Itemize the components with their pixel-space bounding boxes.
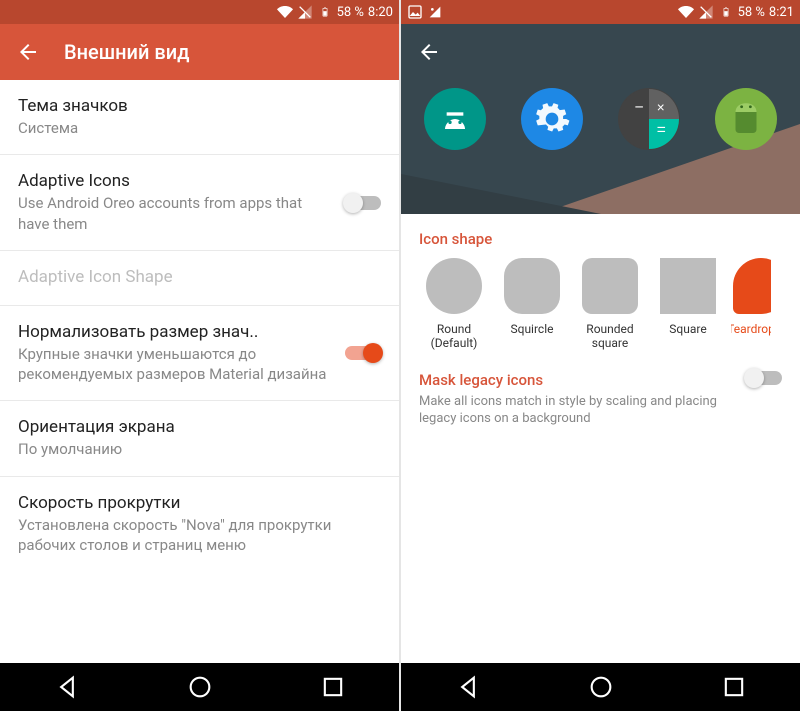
nav-recent-button[interactable]: [720, 673, 748, 701]
setting-title: Ориентация экрана: [18, 417, 381, 437]
action-bar: Внешний вид: [0, 24, 399, 80]
shape-label: Squircle: [511, 322, 554, 336]
nav-home-button[interactable]: [587, 673, 615, 701]
android-studio-icon: [424, 88, 486, 150]
battery-text: 58 %: [337, 5, 364, 20]
shape-label: Square: [669, 322, 706, 336]
settings-list: Тема значков Система Adaptive Icons Use …: [0, 80, 399, 663]
shape-preview-round: [426, 258, 482, 314]
icon-shape-picker: Round (Default) Squircle Rounded square …: [401, 258, 800, 361]
wifi-icon: [277, 4, 293, 20]
nav-bar: [0, 663, 399, 711]
shape-preview-teardrop: [733, 258, 771, 314]
shape-option-teardrop[interactable]: Teardrop: [731, 258, 771, 351]
battery-icon: [718, 4, 734, 20]
setting-orientation[interactable]: Ориентация экрана По умолчанию: [0, 401, 399, 476]
shape-option-round[interactable]: Round (Default): [419, 258, 489, 351]
setting-title: Adaptive Icons: [18, 171, 333, 191]
setting-subtitle: Крупные значки уменьшаются до рекомендуе…: [18, 344, 333, 385]
shape-preview-rounded-square: [582, 258, 638, 314]
nav-back-button[interactable]: [53, 673, 81, 701]
phone-right: 58 % 8:21 −× =: [400, 0, 800, 711]
setting-adaptive-icons[interactable]: Adaptive Icons Use Android Oreo accounts…: [0, 155, 399, 251]
svg-text:−: −: [634, 99, 643, 116]
mask-subtitle: Make all icons match in style by scaling…: [419, 393, 734, 428]
mask-title: Mask legacy icons: [419, 371, 734, 389]
setting-title: Скорость прокрутки: [18, 493, 381, 513]
toggle-mask-legacy[interactable]: [746, 371, 782, 385]
section-title-icon-shape: Icon shape: [401, 214, 800, 258]
setting-title: Тема значков: [18, 96, 381, 116]
nav-recent-button[interactable]: [319, 673, 347, 701]
svg-text:×: ×: [657, 100, 665, 115]
notification-image-icon: [407, 4, 423, 20]
clock-text: 8:21: [769, 5, 794, 20]
calculator-icon: −× =: [618, 88, 680, 150]
phone-left: 58 % 8:20 Внешний вид Тема значков Систе…: [0, 0, 400, 711]
setting-subtitle: По умолчанию: [18, 439, 381, 459]
setting-title: Нормализовать размер знач..: [18, 322, 333, 342]
nav-back-button[interactable]: [454, 673, 482, 701]
setting-subtitle: Система: [18, 118, 381, 138]
shape-option-rounded-square[interactable]: Rounded square: [575, 258, 645, 351]
setting-mask-legacy[interactable]: Mask legacy icons Make all icons match i…: [401, 361, 800, 438]
shape-preview-square: [660, 258, 716, 314]
icon-preview-area: −× =: [401, 24, 800, 214]
notification-app-icon: [427, 4, 443, 20]
battery-text: 58 %: [738, 5, 765, 20]
setting-subtitle: Установлена скорость "Nova" для прокрутк…: [18, 515, 381, 556]
setting-normalize-size[interactable]: Нормализовать размер знач.. Крупные знач…: [0, 306, 399, 402]
status-bar: 58 % 8:20: [0, 0, 399, 24]
setting-subtitle: Use Android Oreo accounts from apps that…: [18, 193, 333, 234]
setting-icon-theme[interactable]: Тема значков Система: [0, 80, 399, 155]
back-button[interactable]: [16, 40, 40, 64]
toggle-normalize-size[interactable]: [345, 346, 381, 360]
setting-adaptive-shape: Adaptive Icon Shape: [0, 251, 399, 306]
battery-icon: [317, 4, 333, 20]
shape-label: Rounded square: [575, 322, 645, 351]
nav-bar: [401, 663, 800, 711]
signal-icon: [297, 4, 313, 20]
status-bar: 58 % 8:21: [401, 0, 800, 24]
back-button[interactable]: [417, 40, 441, 64]
shape-preview-squircle: [504, 258, 560, 314]
wifi-icon: [678, 4, 694, 20]
settings-icon: [521, 88, 583, 150]
shape-option-squircle[interactable]: Squircle: [497, 258, 567, 351]
signal-icon: [698, 4, 714, 20]
clock-text: 8:20: [368, 5, 393, 20]
shape-label: Teardrop: [731, 322, 771, 336]
nav-home-button[interactable]: [186, 673, 214, 701]
shape-option-square[interactable]: Square: [653, 258, 723, 351]
setting-scroll-speed[interactable]: Скорость прокрутки Установлена скорость …: [0, 477, 399, 572]
toggle-adaptive-icons[interactable]: [345, 196, 381, 210]
setting-title: Adaptive Icon Shape: [18, 267, 381, 287]
shape-label: Round (Default): [419, 322, 489, 351]
page-title: Внешний вид: [64, 40, 190, 64]
svg-text:=: =: [657, 122, 666, 139]
android-icon: [715, 88, 777, 150]
